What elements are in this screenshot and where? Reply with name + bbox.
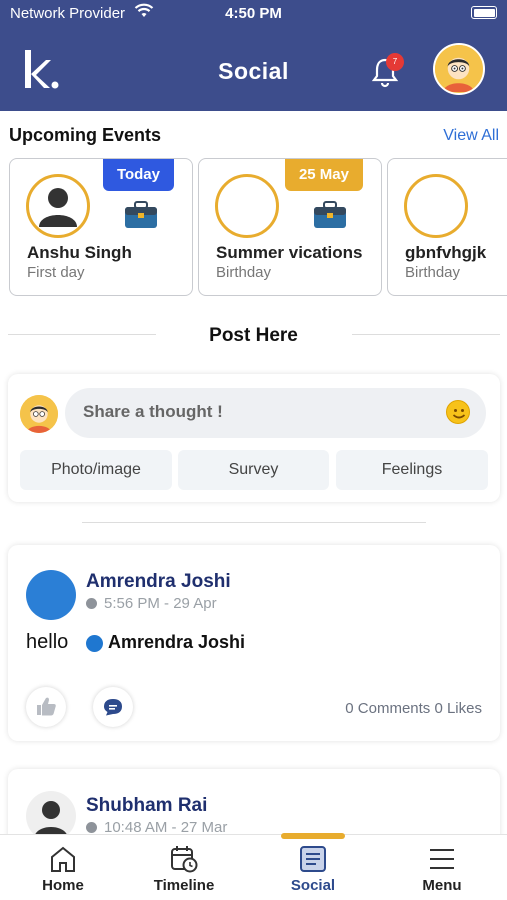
person-icon [39, 188, 77, 227]
menu-icon [430, 849, 454, 869]
event-name: gbnfvhgjk [405, 243, 487, 262]
feed-content[interactable]: Upcoming Events View All Today Anshu Sin… [0, 111, 507, 834]
post-card: Shubham Rai 10:48 AM - 27 Mar [8, 769, 500, 834]
user-face-icon [20, 395, 58, 433]
nav-home-label: Home [42, 877, 84, 894]
event-avatar [26, 174, 90, 238]
nav-social-label: Social [290, 877, 336, 894]
calendar-clock-icon [171, 846, 198, 873]
smiley-icon[interactable] [446, 400, 470, 424]
survey-option[interactable]: Survey [178, 450, 329, 490]
event-card[interactable]: gbnfvhgjk Birthday [387, 158, 507, 296]
event-type: Birthday [216, 264, 272, 281]
event-date-tag: 25 May [284, 159, 363, 191]
post-time-text: 10:48 AM - 27 Mar [104, 819, 228, 834]
app-header: Network Provider 4:50 PM Social 7 [0, 0, 507, 111]
divider [82, 522, 426, 523]
nav-home[interactable]: Home [0, 835, 126, 900]
thumbs-up-icon [37, 697, 56, 716]
event-date-tag: Today [102, 159, 174, 191]
nav-menu-label: Menu [422, 877, 462, 894]
post-author-avatar[interactable] [26, 570, 76, 620]
notification-badge: 7 [386, 53, 404, 71]
post-time-text: 5:56 PM - 29 Apr [104, 595, 217, 612]
comment-icon [104, 699, 122, 716]
post-author-name[interactable]: Amrendra Joshi [86, 571, 231, 593]
post-composer: Share a thought ! Photo/image Survey Fee… [8, 374, 500, 502]
composer-avatar [20, 395, 58, 433]
status-bar: Network Provider 4:50 PM [0, 0, 507, 28]
briefcase-icon [125, 201, 157, 228]
share-thought-input[interactable]: Share a thought ! [65, 388, 486, 438]
person-icon [35, 801, 67, 834]
post-timestamp: 10:48 AM - 27 Mar [86, 819, 227, 834]
share-thought-placeholder: Share a thought ! [83, 402, 223, 421]
event-avatar [215, 174, 279, 238]
event-type: Birthday [405, 264, 461, 281]
status-time: 4:50 PM [225, 5, 282, 22]
social-feed-icon [300, 846, 326, 872]
event-card[interactable]: 25 May Summer vications Birthday [198, 158, 382, 296]
bottom-nav: Home Timeline Social Menu [0, 833, 507, 900]
event-name: Summer vications [216, 243, 363, 262]
nav-timeline-label: Timeline [153, 877, 215, 894]
event-type: First day [27, 264, 85, 281]
event-avatar [404, 174, 468, 238]
battery-icon [471, 6, 497, 19]
globe-icon [86, 598, 97, 609]
home-icon [51, 846, 75, 872]
like-button[interactable] [26, 687, 66, 727]
post-mention[interactable]: Amrendra Joshi [108, 632, 245, 653]
post-text: hello [26, 631, 69, 653]
profile-avatar[interactable] [433, 43, 485, 95]
page-title: Social [218, 58, 289, 84]
post-here-heading: Post Here [209, 325, 298, 346]
event-name: Anshu Singh [27, 243, 132, 262]
upcoming-events-heading: Upcoming Events [9, 125, 162, 145]
post-timestamp: 5:56 PM - 29 Apr [86, 595, 217, 612]
user-face-icon [435, 45, 482, 92]
nav-social[interactable]: Social [250, 835, 376, 900]
view-all-link[interactable]: View All [443, 127, 499, 145]
photo-image-option[interactable]: Photo/image [20, 450, 172, 490]
globe-icon [86, 822, 97, 833]
event-card[interactable]: Today Anshu Singh First day [9, 158, 193, 296]
nav-menu[interactable]: Menu [379, 835, 505, 900]
mention-dot-icon [86, 635, 103, 652]
post-author-name[interactable]: Shubham Rai [86, 795, 207, 817]
post-author-avatar[interactable] [26, 791, 76, 834]
nav-timeline[interactable]: Timeline [121, 835, 247, 900]
briefcase-icon [314, 201, 346, 228]
post-stats[interactable]: 0 Comments 0 Likes [345, 700, 482, 717]
post-card: Amrendra Joshi 5:56 PM - 29 Apr hello Am… [8, 545, 500, 741]
feelings-option[interactable]: Feelings [336, 450, 488, 490]
comment-button[interactable] [93, 687, 133, 727]
